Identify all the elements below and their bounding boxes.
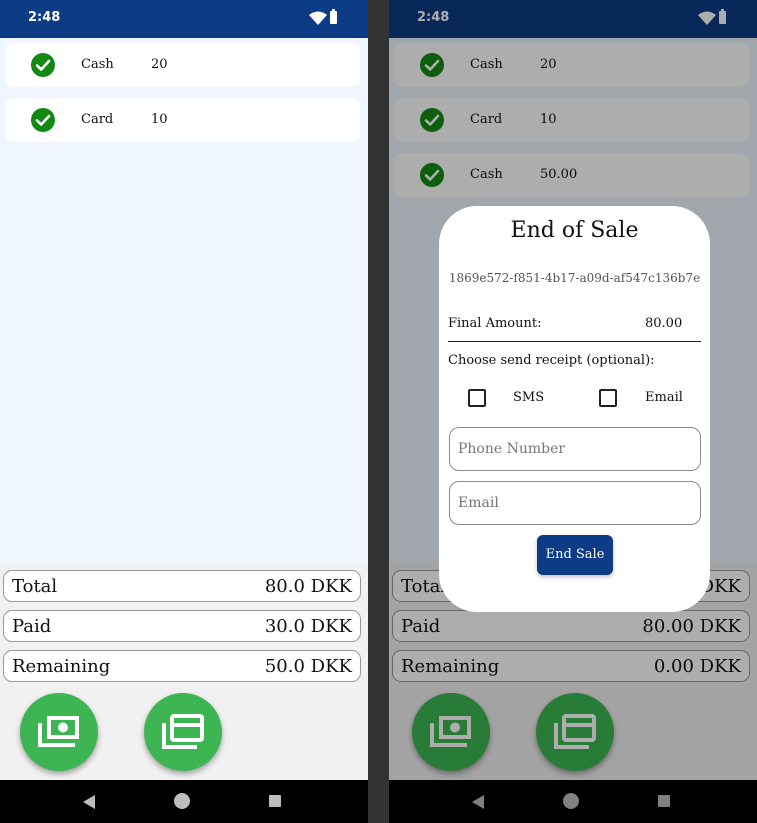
recent-apps-icon[interactable] bbox=[269, 795, 281, 807]
dialog-title: End of Sale bbox=[510, 218, 639, 243]
wifi-icon bbox=[309, 11, 327, 25]
divider bbox=[448, 341, 701, 342]
email-label: Email bbox=[645, 390, 683, 405]
check-circle-icon bbox=[31, 53, 55, 77]
payment-row: Card 10 bbox=[5, 98, 360, 142]
cards-icon bbox=[162, 714, 204, 749]
payment-amount: 10 bbox=[151, 112, 168, 127]
phone-screen-end-of-sale: 2:48 Cash 20 Card 10 Cash 50.00 Total DK… bbox=[389, 0, 757, 823]
sms-checkbox[interactable] bbox=[468, 389, 486, 407]
total-row: Total 80.0 DKK bbox=[3, 570, 361, 602]
email-input[interactable] bbox=[449, 481, 701, 525]
cash-icon bbox=[38, 716, 79, 747]
back-icon[interactable] bbox=[83, 795, 95, 809]
total-value: 80.0 DKK bbox=[264, 576, 352, 597]
end-of-sale-dialog: End of Sale 1869e572-f851-4b17-a09d-af54… bbox=[439, 206, 710, 612]
phone-screen-payments: 2:48 Cash 20 Card 10 Total 80.0 DKK Paid… bbox=[0, 0, 368, 823]
remaining-row: Remaining 50.0 DKK bbox=[3, 650, 361, 682]
navigation-bar bbox=[0, 780, 368, 823]
payment-type: Card bbox=[81, 112, 114, 127]
payment-row: Cash 20 bbox=[5, 43, 360, 87]
end-sale-button[interactable]: End Sale bbox=[537, 535, 613, 575]
receipt-prompt: Choose send receipt (optional): bbox=[448, 353, 655, 368]
screen-divider bbox=[368, 0, 389, 823]
pay-cash-button[interactable] bbox=[20, 693, 98, 771]
paid-value: 30.0 DKK bbox=[264, 616, 352, 637]
pay-card-button[interactable] bbox=[144, 693, 222, 771]
final-amount-label: Final Amount: bbox=[448, 316, 542, 331]
check-circle-icon bbox=[31, 108, 55, 132]
final-amount-value: 80.00 bbox=[645, 316, 683, 331]
payment-amount: 20 bbox=[151, 57, 168, 72]
status-bar: 2:48 bbox=[0, 0, 368, 38]
paid-row: Paid 30.0 DKK bbox=[3, 610, 361, 642]
paid-label: Paid bbox=[12, 616, 52, 637]
transaction-id: 1869e572-f851-4b17-a09d-af547c136b7e bbox=[448, 271, 701, 285]
battery-icon bbox=[330, 9, 337, 24]
status-time: 2:48 bbox=[28, 10, 61, 25]
remaining-value: 50.0 DKK bbox=[264, 656, 352, 677]
remaining-label: Remaining bbox=[12, 656, 111, 677]
payment-type: Cash bbox=[81, 57, 114, 72]
email-checkbox[interactable] bbox=[599, 389, 617, 407]
sms-label: SMS bbox=[513, 390, 545, 405]
phone-number-input[interactable] bbox=[449, 427, 701, 471]
total-label: Total bbox=[12, 576, 58, 597]
home-icon[interactable] bbox=[174, 793, 190, 809]
